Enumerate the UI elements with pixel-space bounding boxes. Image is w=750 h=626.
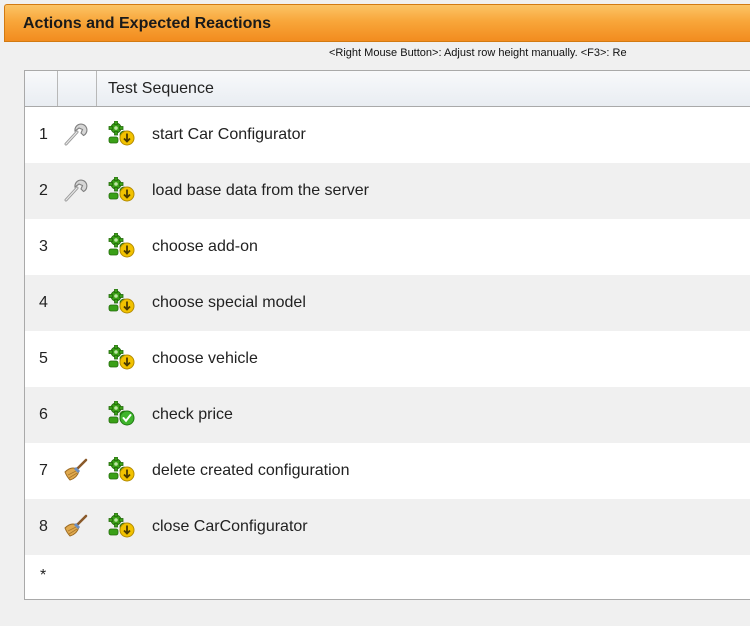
- new-row[interactable]: *: [25, 555, 750, 599]
- row-label: choose special model: [152, 294, 306, 311]
- row-number: 8: [39, 518, 48, 535]
- gear-add-icon: [108, 232, 136, 259]
- row-number: 2: [39, 182, 48, 199]
- row-number: 1: [39, 126, 48, 143]
- table-row[interactable]: 8 close CarConfigurator: [25, 499, 750, 555]
- table-row[interactable]: 3 choose add-on: [25, 219, 750, 275]
- gear-add-icon: [108, 176, 136, 203]
- test-sequence-table[interactable]: Test Sequence 1 start Car Configurator 2 lo…: [24, 70, 750, 600]
- gear-add-icon: [108, 288, 136, 315]
- gear-add-icon: [108, 344, 136, 371]
- row-label: load base data from the server: [152, 182, 370, 199]
- row-number: 4: [39, 294, 48, 311]
- row-label: start Car Configurator: [152, 126, 306, 143]
- wrench-icon: [62, 178, 88, 202]
- table-body: 1 start Car Configurator 2 load base data f…: [25, 107, 750, 599]
- table-row[interactable]: 6 check price: [25, 387, 750, 443]
- wrench-icon: [62, 122, 88, 146]
- gear-add-icon: [108, 512, 136, 539]
- row-label: choose vehicle: [152, 350, 258, 367]
- header-row-number-column[interactable]: [25, 71, 58, 106]
- row-number: 5: [39, 350, 48, 367]
- table-row[interactable]: 4 choose special model: [25, 275, 750, 331]
- header-test-sequence-label: Test Sequence: [108, 80, 214, 97]
- hint-text: <Right Mouse Button>: Adjust row height …: [329, 47, 627, 59]
- new-row-marker: *: [40, 567, 47, 584]
- broom-icon: [62, 458, 88, 482]
- gear-add-icon: [108, 456, 136, 483]
- panel-title: Actions and Expected Reactions: [23, 15, 272, 32]
- table-row[interactable]: 1 start Car Configurator: [25, 107, 750, 163]
- panel-header: Actions and Expected Reactions: [4, 4, 750, 42]
- row-number: 3: [39, 238, 48, 255]
- broom-icon: [62, 514, 88, 538]
- row-label: choose add-on: [152, 238, 258, 255]
- table-header: Test Sequence: [25, 71, 750, 107]
- header-icon-column[interactable]: [58, 71, 97, 106]
- table-row[interactable]: 5 choose vehicle: [25, 331, 750, 387]
- row-label: close CarConfigurator: [152, 518, 308, 535]
- header-test-sequence-column[interactable]: Test Sequence: [97, 71, 750, 106]
- row-label: delete created configuration: [152, 462, 350, 479]
- gear-add-icon: [108, 120, 136, 147]
- table-row[interactable]: 7 delete created configuration: [25, 443, 750, 499]
- gear-check-icon: [108, 400, 136, 427]
- hint-bar: <Right Mouse Button>: Adjust row height …: [4, 42, 750, 66]
- table-row[interactable]: 2 load base data from the server: [25, 163, 750, 219]
- row-label: check price: [152, 406, 233, 423]
- row-number: 6: [39, 406, 48, 423]
- row-number: 7: [39, 462, 48, 479]
